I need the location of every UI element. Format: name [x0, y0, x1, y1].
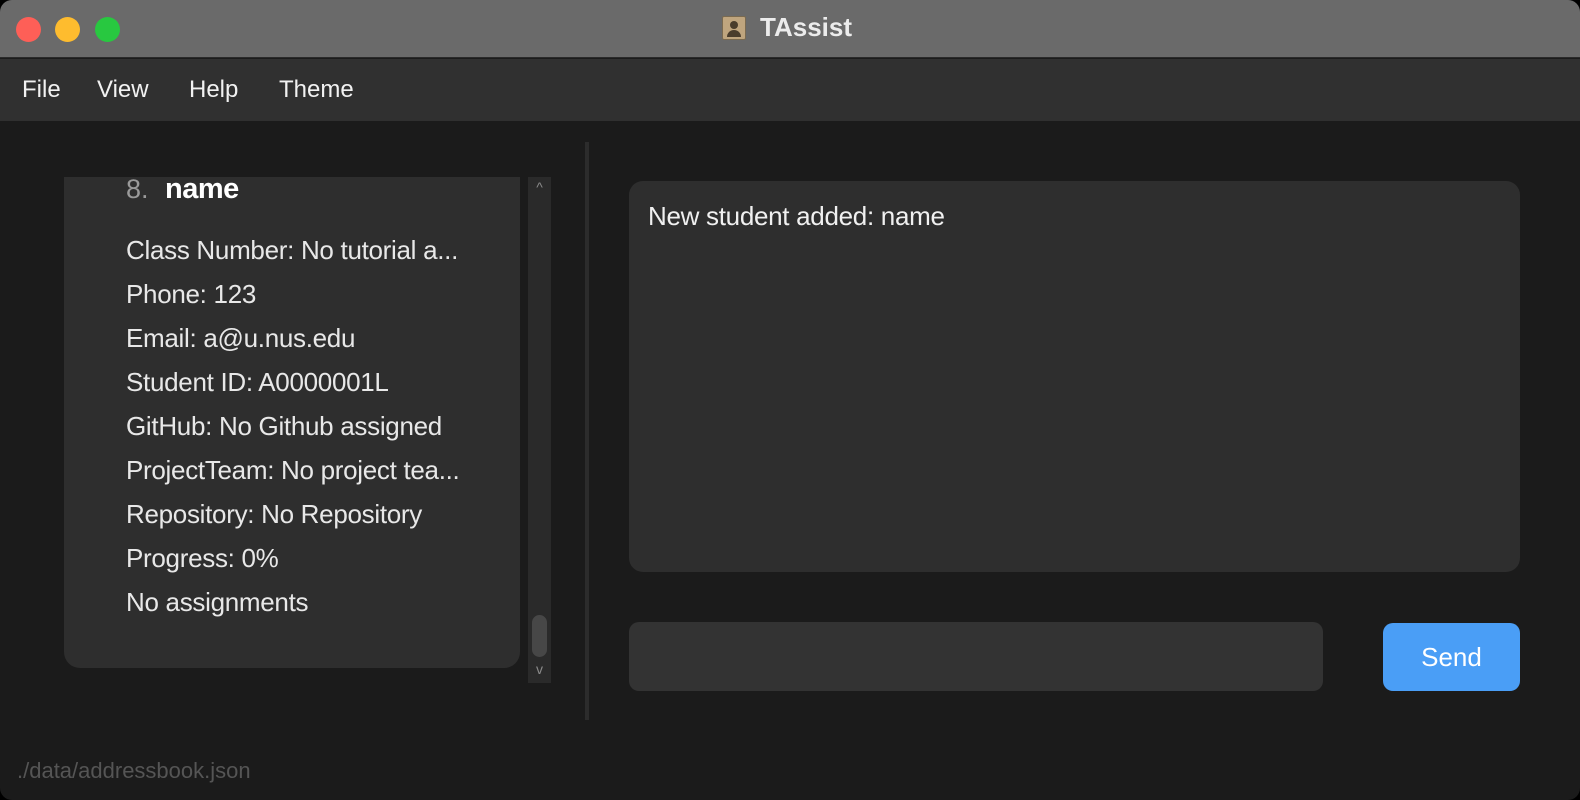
minimize-window-icon[interactable]	[55, 17, 80, 42]
student-repository: Repository: No Repository	[126, 499, 422, 529]
student-id: Student ID: A0000001L	[126, 367, 389, 397]
student-class-number: Class Number: No tutorial a...	[126, 235, 459, 265]
student-index: 8.	[126, 177, 149, 204]
title-bar: TAssist	[0, 0, 1580, 58]
student-phone: Phone: 123	[126, 279, 257, 309]
student-name: name	[165, 177, 239, 205]
app-contact-icon	[722, 16, 746, 40]
close-window-icon[interactable]	[16, 17, 41, 42]
app-window: TAssist File View Help Theme 8. name Cla…	[0, 0, 1580, 800]
student-email: Email: a@u.nus.edu	[126, 323, 356, 353]
window-title: TAssist	[760, 12, 852, 42]
scroll-up-icon[interactable]: ^	[528, 179, 551, 195]
split-pane-divider[interactable]	[585, 142, 589, 720]
scroll-down-icon[interactable]: v	[528, 661, 551, 677]
student-list-scrollbar[interactable]: ^ v	[528, 177, 551, 683]
status-bar-path: ./data/addressbook.json	[17, 758, 251, 783]
student-card[interactable]: 8. name Class Number: No tutorial a... P…	[64, 177, 520, 668]
student-project-team: ProjectTeam: No project tea...	[126, 455, 460, 485]
student-progress: Progress: 0%	[126, 543, 279, 573]
student-assignments: No assignments	[126, 587, 309, 617]
menu-view[interactable]: View	[97, 76, 149, 104]
maximize-window-icon[interactable]	[95, 17, 120, 42]
menu-theme[interactable]: Theme	[279, 76, 354, 104]
student-github: GitHub: No Github assigned	[126, 411, 442, 441]
menu-help[interactable]: Help	[189, 76, 238, 104]
result-display: New student added: name	[629, 181, 1520, 572]
result-message: New student added: name	[648, 201, 945, 231]
send-button[interactable]: Send	[1383, 623, 1520, 691]
command-input[interactable]	[629, 622, 1323, 691]
menu-bar: File View Help Theme	[0, 59, 1580, 121]
scrollbar-thumb[interactable]	[532, 615, 547, 657]
menu-file[interactable]: File	[22, 76, 61, 104]
